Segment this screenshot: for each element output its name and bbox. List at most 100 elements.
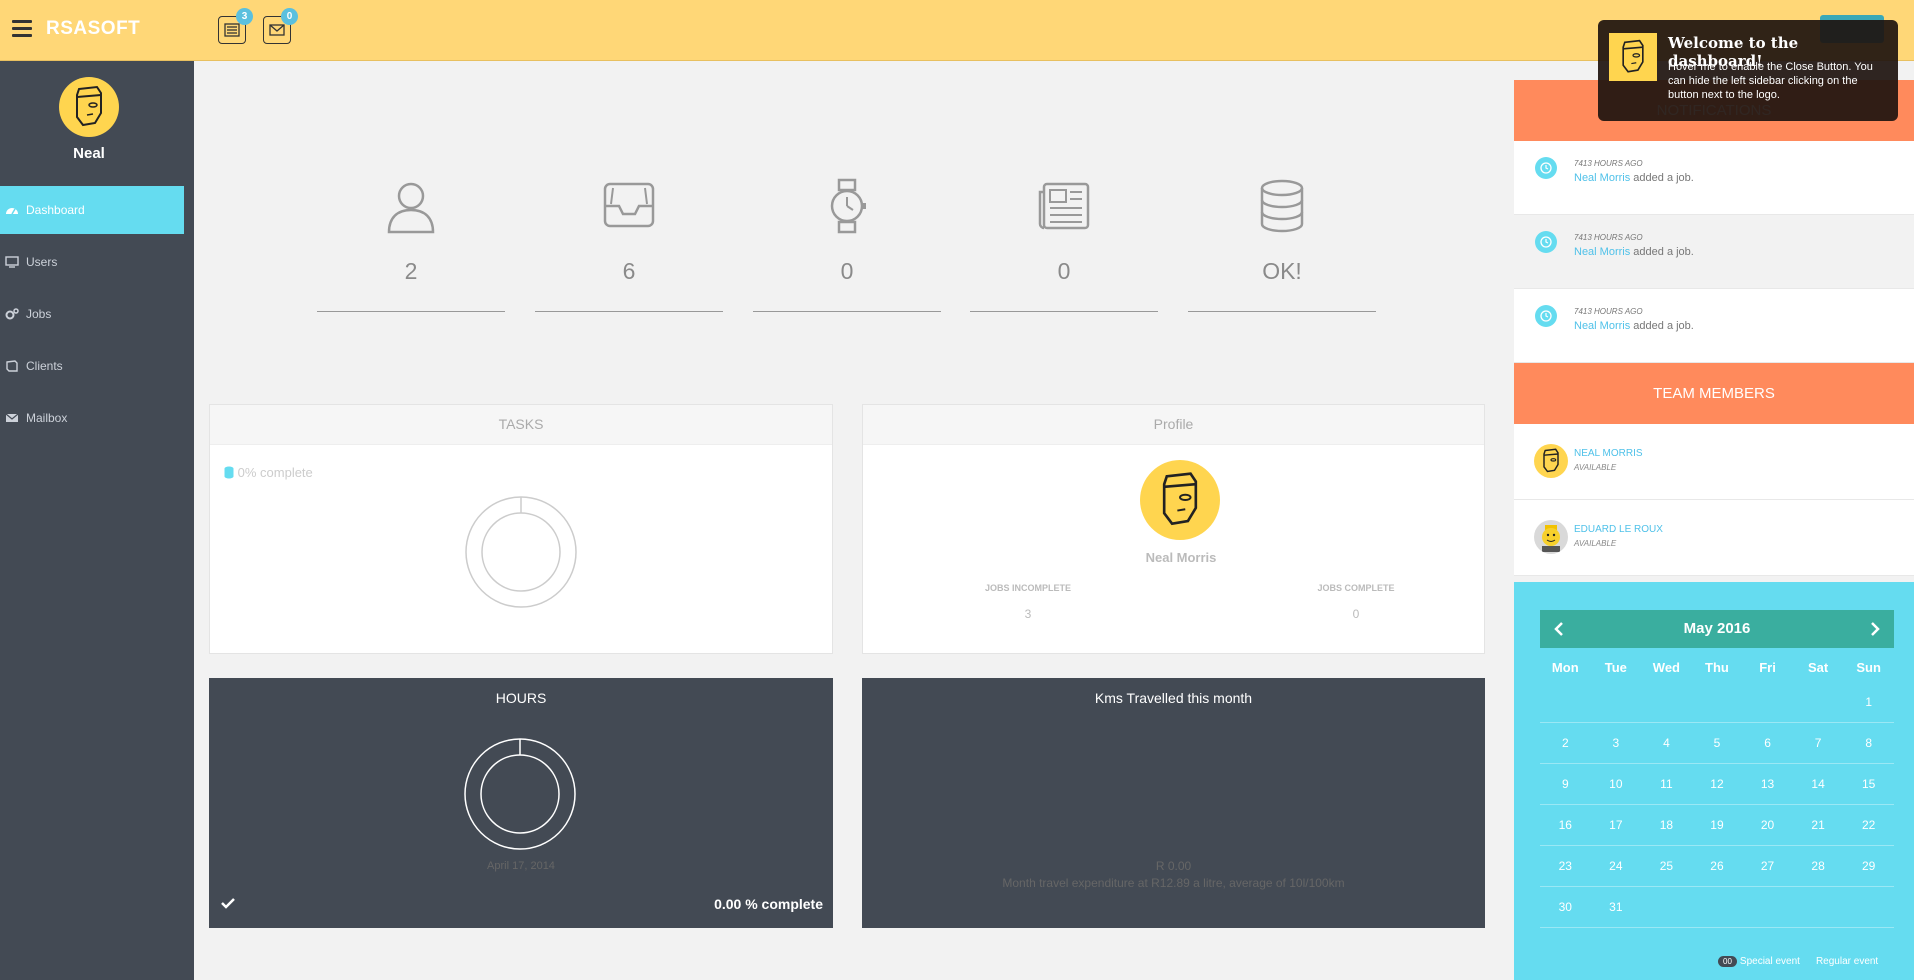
user-avatar[interactable] <box>59 77 119 137</box>
member-name[interactable]: NEAL MORRIS <box>1574 448 1643 459</box>
notification-item[interactable]: 7413 HOURS AGO Neal Morris added a job. <box>1514 289 1914 363</box>
calendar-day[interactable]: 9 <box>1540 764 1591 804</box>
jobs-complete-value: 0 <box>1352 607 1360 621</box>
calendar-day <box>1641 887 1692 927</box>
member-name[interactable]: EDUARD LE ROUX <box>1574 524 1663 535</box>
calendar-week-row: 23 24 25 26 27 28 29 <box>1540 846 1894 887</box>
hours-donut-chart <box>464 738 576 850</box>
calendar-prev-button[interactable] <box>1540 610 1578 648</box>
notification-action: added a job. <box>1633 172 1694 184</box>
calendar-weekday: Wed <box>1652 660 1681 675</box>
calendar-day[interactable]: 19 <box>1692 805 1743 845</box>
welcome-popup[interactable]: Welcome to the dashboard! Hover me to en… <box>1598 20 1898 121</box>
calendar-day[interactable]: 17 <box>1591 805 1642 845</box>
stat-underline <box>1188 311 1376 312</box>
calendar-day[interactable]: 23 <box>1540 846 1591 886</box>
sidebar-item-label: Clients <box>26 359 63 373</box>
sidebar-item-label: Users <box>26 255 58 269</box>
stat-database: OK! <box>1187 178 1377 312</box>
calendar-day[interactable]: 6 <box>1742 723 1793 763</box>
calendar-week-row: 16 17 18 19 20 21 22 <box>1540 805 1894 846</box>
notification-item[interactable]: 7413 HOURS AGO Neal Morris added a job. <box>1514 215 1914 289</box>
tasks-donut-chart <box>465 496 577 608</box>
profile-avatar[interactable] <box>1140 460 1220 540</box>
calendar-next-button[interactable] <box>1856 610 1894 648</box>
notification-time: 7413 HOURS AGO <box>1574 159 1643 168</box>
face-avatar-icon <box>76 85 102 127</box>
calendar-weekday: Tue <box>1604 660 1627 675</box>
menu-toggle-icon[interactable] <box>12 20 32 38</box>
calendar-day[interactable]: 20 <box>1742 805 1793 845</box>
member-status: AVAILABLE <box>1574 539 1617 548</box>
calendar-day[interactable]: 14 <box>1793 764 1844 804</box>
notification-user-link[interactable]: Neal Morris <box>1574 172 1630 184</box>
chevron-left-icon <box>1554 622 1563 636</box>
calendar-day[interactable]: 28 <box>1793 846 1844 886</box>
stat-inbox: 6 <box>534 178 724 312</box>
calendar-header: May 2016 <box>1540 610 1894 648</box>
calendar-day[interactable]: 25 <box>1641 846 1692 886</box>
sidebar-item-label: Jobs <box>26 307 52 321</box>
calendar-day[interactable]: 11 <box>1641 764 1692 804</box>
hours-panel: HOURS April 17, 2014 0.00 % complete <box>209 678 833 928</box>
calendar-day[interactable]: 22 <box>1843 805 1894 845</box>
calendar-day[interactable]: 16 <box>1540 805 1591 845</box>
calendar-day[interactable]: 21 <box>1793 805 1844 845</box>
tasks-button[interactable]: 3 <box>218 8 253 44</box>
jobs-incomplete-value: 3 <box>1024 607 1032 621</box>
calendar-day[interactable]: 2 <box>1540 723 1591 763</box>
calendar-day[interactable]: 31 <box>1591 887 1642 927</box>
calendar-week-row: 2345678 <box>1540 723 1894 764</box>
calendar-day[interactable]: 15 <box>1843 764 1894 804</box>
calendar-day <box>1742 682 1793 722</box>
calendar-day[interactable]: 29 <box>1843 846 1894 886</box>
envelope-icon <box>269 24 285 36</box>
notification-user-link[interactable]: Neal Morris <box>1574 246 1630 258</box>
notification-item[interactable]: 7413 HOURS AGO Neal Morris added a job. <box>1514 141 1914 215</box>
brand-logo[interactable]: RSASOFT <box>46 18 140 40</box>
kms-panel: Kms Travelled this month R 0.00 Month tr… <box>862 678 1485 928</box>
sidebar-item-clients[interactable]: Clients <box>0 342 184 390</box>
calendar-day[interactable]: 7 <box>1793 723 1844 763</box>
database-small-icon <box>224 466 234 482</box>
kms-amount: R 0.00 <box>1155 859 1192 873</box>
calendar-day <box>1540 682 1591 722</box>
calendar-day[interactable]: 3 <box>1591 723 1642 763</box>
calendar-day <box>1793 887 1844 927</box>
legend-special: 00 Special event <box>1718 956 1800 967</box>
sidebar-item-jobs[interactable]: Jobs <box>0 290 184 338</box>
calendar-day[interactable]: 18 <box>1641 805 1692 845</box>
sidebar-item-mailbox[interactable]: Mailbox <box>0 394 184 442</box>
mail-badge: 0 <box>281 8 298 25</box>
calendar-day[interactable]: 8 <box>1843 723 1894 763</box>
calendar-weekday: Fri <box>1759 660 1776 675</box>
calendar-day[interactable]: 27 <box>1742 846 1793 886</box>
notification-user-link[interactable]: Neal Morris <box>1574 320 1630 332</box>
calendar-day[interactable]: 13 <box>1742 764 1793 804</box>
calendar-day[interactable]: 1 <box>1843 682 1894 722</box>
calendar-day[interactable]: 30 <box>1540 887 1591 927</box>
calendar-day[interactable]: 5 <box>1692 723 1743 763</box>
calendar-weekday-row: Mon Tue Wed Thu Fri Sat Sun <box>1540 654 1894 682</box>
mail-button[interactable]: 0 <box>263 8 298 44</box>
calendar-day[interactable]: 26 <box>1692 846 1743 886</box>
sidebar-item-users[interactable]: Users <box>0 238 184 286</box>
calendar-day[interactable]: 24 <box>1591 846 1642 886</box>
team-member[interactable]: NEAL MORRIS AVAILABLE <box>1514 424 1914 500</box>
calendar-day[interactable]: 4 <box>1641 723 1692 763</box>
member-avatar <box>1534 520 1568 554</box>
calendar-grid: Mon Tue Wed Thu Fri Sat Sun 1 2 3 4 5 6 7 8 9 10 11 12 13 14… <box>1540 654 1894 928</box>
stat-value: 0 <box>840 258 854 284</box>
notification-text: Neal Morris added a job. <box>1574 320 1694 332</box>
member-avatar <box>1534 444 1568 478</box>
calendar-week-row: 30 31 <box>1540 887 1894 928</box>
check-icon <box>221 896 235 914</box>
calendar-week-row: 9 10 11 12 13 14 15 <box>1540 764 1894 805</box>
stat-underline <box>753 311 941 312</box>
calendar-day[interactable]: 12 <box>1692 764 1743 804</box>
calendar-day[interactable]: 10 <box>1591 764 1642 804</box>
hours-complete: 0.00 % complete <box>714 896 823 912</box>
calendar: May 2016 Mon Tue Wed Thu Fri Sat Sun 1 2 3 4 5 6 7 8 9 1… <box>1514 582 1914 980</box>
team-member[interactable]: EDUARD LE ROUX AVAILABLE <box>1514 500 1914 576</box>
sidebar-item-dashboard[interactable]: Dashboard <box>0 186 184 234</box>
